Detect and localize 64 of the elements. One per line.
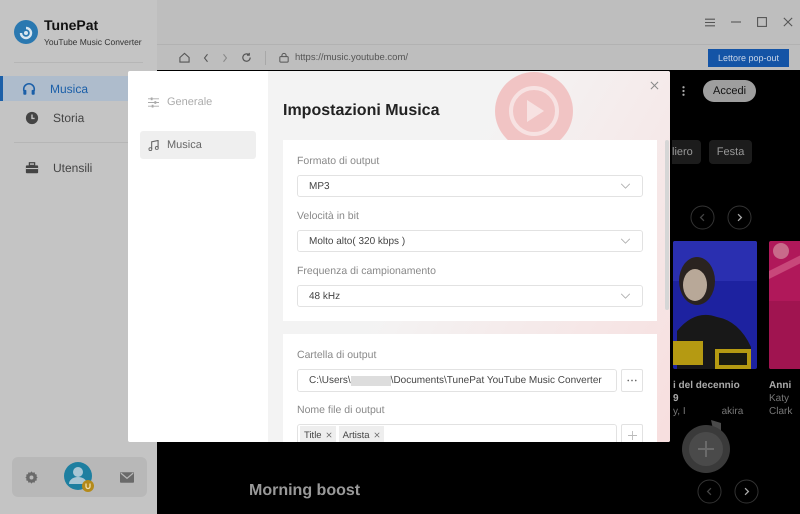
category-chip[interactable]: Festa <box>708 140 752 164</box>
album-artists: Clark <box>769 405 792 418</box>
app-name: TunePat <box>44 16 100 32</box>
lock-icon <box>279 52 289 63</box>
settings-icon[interactable] <box>24 470 38 484</box>
chevron-down-icon <box>620 238 631 244</box>
url-text[interactable]: https://music.youtube.com/ <box>295 52 408 63</box>
home-icon[interactable] <box>179 52 190 63</box>
back-icon[interactable] <box>203 52 209 62</box>
remove-icon[interactable] <box>374 432 380 438</box>
album-artists: Katy <box>769 392 790 405</box>
field-label: Formato di output <box>297 154 380 169</box>
select-field[interactable]: 48 kHz <box>297 285 643 307</box>
app-subtitle: YouTube Music Converter <box>44 36 142 46</box>
logo-icon <box>14 20 38 44</box>
previous-icon[interactable] <box>697 478 722 504</box>
plus-icon <box>628 431 636 440</box>
sliders-icon <box>148 96 159 108</box>
folder-path-field[interactable]: C:\Users\ \Documents\TunePat YouTube Music Converter <box>297 369 617 392</box>
tag[interactable]: Artista <box>338 426 384 442</box>
album-title: Anni <box>769 379 792 392</box>
toolbox-icon <box>25 160 39 174</box>
clock-icon <box>25 110 39 124</box>
album-artists: y, I <box>673 405 686 418</box>
add-music-icon[interactable] <box>681 418 731 473</box>
category-chip[interactable]: liero <box>672 140 701 164</box>
next-icon[interactable] <box>727 205 752 230</box>
chevron-down-icon <box>620 183 631 189</box>
more-icon <box>627 379 637 382</box>
remove-icon[interactable] <box>326 432 332 438</box>
avatar-icon[interactable] <box>62 461 95 493</box>
album-artists: akira <box>722 405 744 418</box>
select-field[interactable]: Molto alto( 320 kbps ) <box>297 230 643 252</box>
more-icon[interactable] <box>682 85 685 97</box>
field-label: Cartella di output <box>297 348 378 363</box>
maximize-icon[interactable] <box>757 17 767 27</box>
next-icon[interactable] <box>734 478 759 504</box>
close-icon[interactable] <box>783 17 793 27</box>
settings-tab[interactable]: Musica <box>140 131 256 159</box>
music-note-icon <box>148 140 159 150</box>
mail-icon[interactable] <box>120 472 134 482</box>
select-field[interactable]: MP3 <box>297 175 643 197</box>
tags-field[interactable]: Title Artista <box>297 424 617 442</box>
tag[interactable]: Title <box>300 426 336 442</box>
redacted-block <box>350 376 391 386</box>
reload-icon[interactable] <box>241 52 252 63</box>
close-icon[interactable] <box>650 81 659 90</box>
scrollbar-thumb[interactable] <box>665 140 669 310</box>
field-label: Nome file di output <box>297 403 386 418</box>
field-label: Frequenza di campionamento <box>297 264 437 279</box>
dialog-title: Impostazioni Musica <box>283 101 441 121</box>
previous-icon[interactable] <box>690 205 715 230</box>
section-title: Morning boost <box>249 482 360 500</box>
album-title: i del decennio <box>673 379 740 392</box>
menu-icon[interactable] <box>705 18 715 26</box>
field-label: Velocità in bit <box>297 209 360 224</box>
forward-icon[interactable] <box>222 52 228 62</box>
popout-button[interactable]: Lettore pop-out <box>708 48 789 66</box>
album-title: 9 <box>673 392 679 405</box>
add-button[interactable] <box>621 424 643 442</box>
headphones-icon <box>22 82 36 96</box>
chevron-down-icon <box>620 293 631 299</box>
minimize-icon[interactable] <box>731 21 741 23</box>
sign-in-button[interactable]: Accedi <box>703 80 756 102</box>
